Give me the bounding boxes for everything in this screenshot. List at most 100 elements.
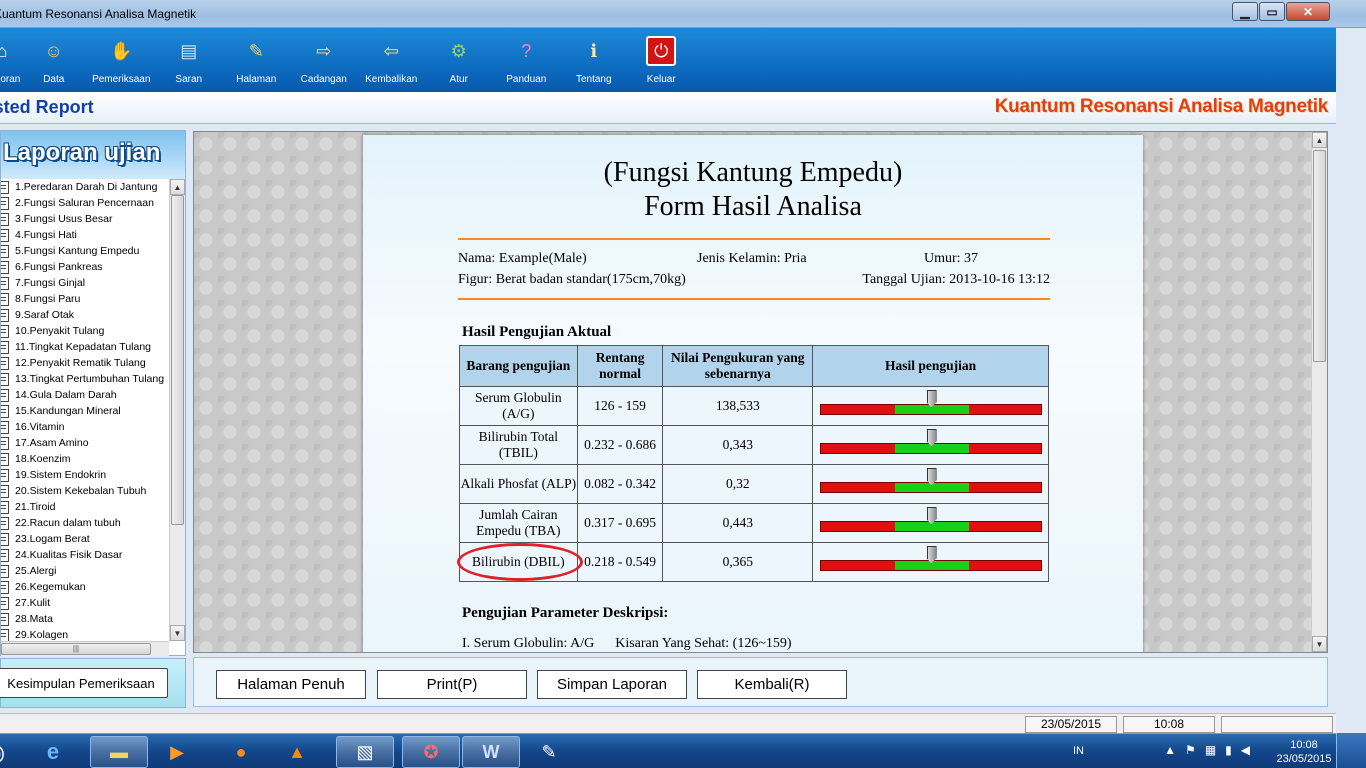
- report-list-item[interactable]: 29.Kolagen: [1, 627, 169, 641]
- viewer-scroll-down-icon[interactable]: ▼: [1312, 636, 1327, 652]
- viewer-scroll-up-icon[interactable]: ▲: [1312, 132, 1327, 148]
- report-list-item[interactable]: 28.Mata: [1, 611, 169, 627]
- report-list-item-label: 11.Tingkat Kepadatan Tulang: [15, 341, 152, 353]
- show-hidden-icon[interactable]: ▲: [1164, 743, 1185, 757]
- result-gauge: [819, 428, 1042, 454]
- toolbar-laporan-button[interactable]: ⌂ Laporan: [0, 28, 20, 92]
- toolbar-kembalikan-button[interactable]: ⇦ Kembalikan: [358, 28, 426, 92]
- full-page-button[interactable]: Halaman Penuh: [216, 670, 366, 699]
- toolbar-tentang-button[interactable]: ℹ Tentang: [560, 28, 628, 92]
- table-row: Bilirubin Total (TBIL) 0.232 - 0.686 0,343: [459, 425, 1049, 465]
- toolbar-keluar-button[interactable]: ⏻ Keluar: [628, 28, 696, 92]
- report-list-item[interactable]: 1.Peredaran Darah Di Jantung: [1, 179, 169, 195]
- document-icon: [1, 260, 9, 274]
- window-app-icon: ▧: [356, 741, 374, 762]
- report-list-item[interactable]: 7.Fungsi Ginjal: [1, 275, 169, 291]
- taskbar-word[interactable]: W: [462, 736, 520, 768]
- report-list-item[interactable]: 2.Fungsi Saluran Pencernaan: [1, 195, 169, 211]
- cell-result-bar: [812, 425, 1049, 465]
- report-list-item[interactable]: 16.Vitamin: [1, 419, 169, 435]
- report-list-item[interactable]: 4.Fungsi Hati: [1, 227, 169, 243]
- report-list-hscrollbar[interactable]: |||: [1, 641, 169, 656]
- report-list-item[interactable]: 17.Asam Amino: [1, 435, 169, 451]
- taskbar-app-window[interactable]: ▧: [336, 736, 394, 768]
- document-icon: [1, 180, 9, 194]
- taskbar-media-player[interactable]: ▶: [148, 736, 206, 768]
- tray-icons[interactable]: ▲⚑▦▮◀: [1164, 743, 1259, 757]
- result-gauge: [819, 467, 1042, 493]
- taskbar-explorer[interactable]: ▬: [90, 736, 148, 768]
- report-list-item-label: 12.Penyakit Rematik Tulang: [15, 357, 146, 369]
- toolbar-panduan-button[interactable]: ? Panduan: [493, 28, 561, 92]
- scroll-up-arrow-icon[interactable]: ▲: [170, 179, 185, 195]
- minimize-button[interactable]: ▁: [1232, 2, 1258, 21]
- toolbar-saran-button[interactable]: ▤ Saran: [155, 28, 223, 92]
- scroll-down-arrow-icon[interactable]: ▼: [170, 625, 185, 641]
- toolbar-pemeriksaan-button[interactable]: ✋ Pemeriksaan: [88, 28, 156, 92]
- report-list-item-label: 9.Saraf Otak: [15, 309, 74, 321]
- patient-figure: Figur: Berat badan standar(175cm,70kg): [458, 272, 686, 287]
- report-list-item[interactable]: 25.Alergi: [1, 563, 169, 579]
- volume-icon[interactable]: ◀: [1241, 743, 1259, 757]
- maximize-button[interactable]: ▭: [1259, 2, 1285, 21]
- signal-icon[interactable]: ▮: [1225, 743, 1241, 757]
- report-list-item[interactable]: 20.Sistem Kekebalan Tubuh: [1, 483, 169, 499]
- vlc-icon: ▲: [288, 741, 306, 762]
- report-list-item[interactable]: 24.Kualitas Fisik Dasar: [1, 547, 169, 563]
- report-list-item[interactable]: 19.Sistem Endokrin: [1, 467, 169, 483]
- report-list-item[interactable]: 6.Fungsi Pankreas: [1, 259, 169, 275]
- start-button[interactable]: ◉: [0, 736, 14, 768]
- report-list-item[interactable]: 14.Gula Dalam Darah: [1, 387, 169, 403]
- viewer-scroll-thumb[interactable]: [1313, 150, 1326, 362]
- document-icon: [1, 308, 9, 322]
- report-list-scrollbar[interactable]: ▲ ▼: [169, 179, 185, 641]
- taskbar-firefox[interactable]: ●: [212, 736, 270, 768]
- toolbar-cadangan-button[interactable]: ⇨ Cadangan: [290, 28, 358, 92]
- report-list-item[interactable]: 26.Kegemukan: [1, 579, 169, 595]
- report-list-item[interactable]: 9.Saraf Otak: [1, 307, 169, 323]
- window-title: Kuantum Resonansi Analisa Magnetik: [0, 7, 197, 21]
- report-list-item-label: 7.Fungsi Ginjal: [15, 277, 86, 289]
- report-list-item[interactable]: 13.Tingkat Pertumbuhan Tulang: [1, 371, 169, 387]
- close-button[interactable]: ✕: [1286, 2, 1330, 21]
- report-list-item[interactable]: 23.Logam Berat: [1, 531, 169, 547]
- report-list-item[interactable]: 10.Penyakit Tulang: [1, 323, 169, 339]
- network-icon[interactable]: ▦: [1205, 743, 1225, 757]
- report-list-item[interactable]: 27.Kulit: [1, 595, 169, 611]
- report-list-item[interactable]: 22.Racun dalam tubuh: [1, 515, 169, 531]
- document-icon: [1, 564, 9, 578]
- toolbar-label: Laporan: [0, 74, 21, 85]
- report-list-item[interactable]: 5.Fungsi Kantung Empedu: [1, 243, 169, 259]
- taskbar-clock[interactable]: 10:08 23/05/2015: [1274, 738, 1334, 766]
- taskbar-paint[interactable]: ✎: [520, 736, 578, 768]
- report-list-item[interactable]: 21.Tiroid: [1, 499, 169, 515]
- report-list-item[interactable]: 11.Tingkat Kepadatan Tulang: [1, 339, 169, 355]
- back-button[interactable]: Kembali(R): [697, 670, 847, 699]
- report-list-hscroll-thumb[interactable]: |||: [1, 643, 151, 655]
- toolbar-halaman-button[interactable]: ✎ Halaman: [223, 28, 291, 92]
- flag-icon[interactable]: ⚑: [1185, 743, 1205, 757]
- show-desktop-button[interactable]: [1336, 733, 1366, 768]
- report-list-item[interactable]: 15.Kandungan Mineral: [1, 403, 169, 419]
- save-report-button[interactable]: Simpan Laporan: [537, 670, 687, 699]
- language-indicator[interactable]: IN: [1073, 745, 1084, 757]
- toolbar-atur-button[interactable]: ⚙ Atur: [425, 28, 493, 92]
- toolbar-data-button[interactable]: ☺ Data: [20, 28, 88, 92]
- report-list-item[interactable]: 8.Fungsi Paru: [1, 291, 169, 307]
- summary-button[interactable]: Kesimpulan Pemeriksaan: [0, 668, 168, 698]
- viewer-scrollbar[interactable]: ▲ ▼: [1311, 132, 1327, 652]
- taskbar-ie[interactable]: e: [24, 736, 82, 768]
- report-list-item[interactable]: 3.Fungsi Usus Besar: [1, 211, 169, 227]
- report-viewer: (Fungsi Kantung Empedu) Form Hasil Anali…: [193, 131, 1328, 653]
- taskbar-vlc[interactable]: ▲: [268, 736, 326, 768]
- report-list-item-label: 3.Fungsi Usus Besar: [15, 213, 113, 225]
- report-list-scroll-thumb[interactable]: [171, 195, 184, 525]
- report-title-organ: (Fungsi Kantung Empedu): [603, 157, 903, 188]
- print-button[interactable]: Print(P): [377, 670, 527, 699]
- close-icon: ✕: [1302, 4, 1314, 19]
- taskbar-accessibility[interactable]: ✪: [402, 736, 460, 768]
- report-list-item[interactable]: 12.Penyakit Rematik Tulang: [1, 355, 169, 371]
- highlight-circle: [457, 543, 583, 581]
- report-list-item[interactable]: 18.Koenzim: [1, 451, 169, 467]
- document-icon: [1, 244, 9, 258]
